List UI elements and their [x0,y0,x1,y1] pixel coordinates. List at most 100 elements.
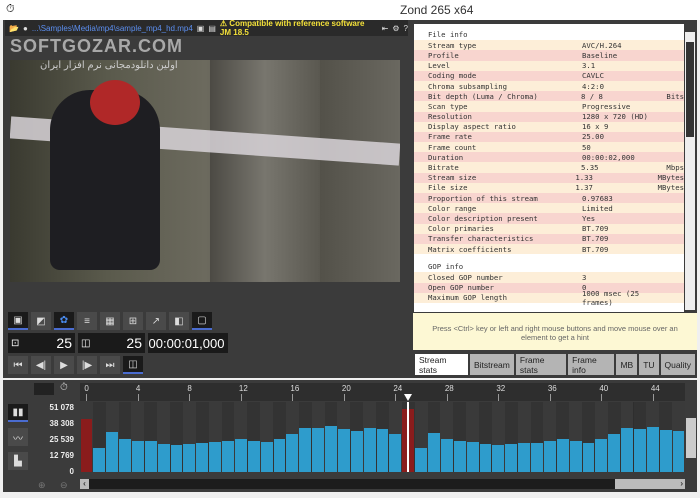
diff-view-button[interactable]: ◩ [31,312,51,330]
bar-p-frame[interactable] [234,439,247,472]
bar-p-frame[interactable] [621,427,633,472]
tab-quality[interactable]: Quality [660,354,695,375]
line-chart-icon[interactable]: 〰 [8,428,28,446]
bar-p-frame[interactable] [440,439,453,472]
prev-frame-button[interactable]: ◀| [31,356,51,374]
help-icon[interactable]: ? [404,24,408,33]
tab-frame-stats[interactable]: Frame stats [515,354,567,375]
bar-p-frame[interactable] [492,445,505,472]
chart-mode-button[interactable] [34,383,54,395]
x-tick-label: 28 [444,384,454,393]
plot-area[interactable] [80,402,685,472]
bar-p-frame[interactable] [415,448,428,472]
bar-p-frame[interactable] [634,428,646,472]
bar-p-frame[interactable] [659,430,672,472]
next-frame-button[interactable]: |▶ [77,356,97,374]
bar-p-frame[interactable] [260,441,273,472]
tab-mb[interactable]: MB [616,354,638,375]
frame-number-field[interactable]: ⊡ 25 [8,333,75,353]
video-preview[interactable] [10,60,400,282]
display-frame-field[interactable]: ◫ 25 [78,333,145,353]
bar-p-frame[interactable] [389,434,402,472]
fullframe-button[interactable]: ▢ [192,312,212,330]
bar-p-frame[interactable] [119,439,131,472]
file-path[interactable]: ...\Samples\Media\mp4\sample_mp4_hd.mp4 [32,24,193,33]
bar-p-frame[interactable] [672,430,685,472]
bar-p-frame[interactable] [582,442,595,472]
bar-p-frame[interactable] [595,438,608,472]
gear-icon[interactable]: ⚙ [392,24,399,33]
export-icon[interactable]: ⇤ [382,24,389,33]
bar-p-frame[interactable] [325,426,337,472]
chart-scrollbar[interactable]: ‹ › [80,479,685,489]
tab-tu[interactable]: TU [639,354,659,375]
info-value: 1000 msec (25 frames) [582,288,640,307]
bar-p-frame[interactable] [93,448,106,472]
bar-p-frame[interactable] [157,444,170,472]
current-frame-marker[interactable] [407,402,410,472]
bar-p-frame[interactable] [286,434,299,472]
timecode-field[interactable]: 00:00:01,000 [148,333,228,353]
playhead-icon[interactable] [404,394,413,401]
bar-p-frame[interactable] [466,441,479,472]
bar-p-frame[interactable] [479,444,492,472]
bar-p-frame[interactable] [273,438,286,472]
bar-p-frame[interactable] [556,439,569,472]
bar-p-frame[interactable] [531,442,543,472]
bar-p-frame[interactable] [646,426,659,472]
bar-p-frame[interactable] [453,440,466,472]
histogram-icon[interactable]: ▙ [8,452,28,470]
bar-p-frame[interactable] [376,428,389,472]
bar-p-frame[interactable] [196,442,209,472]
vectors-button[interactable]: ↗ [146,312,166,330]
tab-frame-info[interactable]: Frame info [568,354,615,375]
scroll-right-thumb[interactable]: › [615,479,685,489]
zoom-out-icon[interactable]: ⊖ [60,480,68,491]
bar-p-frame[interactable] [247,440,260,472]
tab-stream-stats[interactable]: Stream stats [415,354,468,375]
bar-p-frame[interactable] [569,440,582,472]
copy-icon[interactable]: ▣ [197,24,205,33]
first-frame-button[interactable]: ⏮ [8,356,28,374]
frame-view-button[interactable]: ▣ [8,312,28,330]
scroll-left-icon[interactable]: ‹ [80,479,89,489]
bar-p-frame[interactable] [222,441,234,472]
play-button[interactable]: ▶ [54,356,74,374]
zoom-in-icon[interactable]: ⊕ [38,480,46,491]
bar-p-frame[interactable] [518,442,531,472]
bar-p-frame[interactable] [312,428,325,472]
chart-side-toggle[interactable] [686,418,696,458]
bar-p-frame[interactable] [299,427,312,472]
bar-p-frame[interactable] [106,431,119,472]
bar-p-frame[interactable] [543,441,556,472]
last-frame-button[interactable]: ⏭ [100,356,120,374]
app-icon[interactable]: ⏱ [6,3,15,16]
bar-p-frame[interactable] [608,434,621,472]
bar-chart-icon[interactable]: ▮▮ [8,404,28,422]
open-folder-icon[interactable]: 📂 [9,24,19,33]
bar-i-frame[interactable] [80,418,93,472]
info-row: Coding mode CAVLC [414,70,684,81]
x-tick-label: 12 [238,384,248,393]
folder-icon[interactable]: ▤ [208,24,216,33]
list-button[interactable]: ≡ [77,312,97,330]
bar-p-frame[interactable] [505,443,518,472]
bar-p-frame[interactable] [363,427,376,472]
grid-button[interactable]: ▦ [100,312,120,330]
color-channels-button[interactable]: ✿ [54,312,74,330]
bar-p-frame[interactable] [131,440,144,472]
blocks-button[interactable]: ⊞ [123,312,143,330]
bar-p-frame[interactable] [170,445,183,472]
bar-p-frame[interactable] [350,430,363,472]
sync-button[interactable]: ◫ [123,356,143,374]
bar-p-frame[interactable] [183,443,196,472]
overlay-button[interactable]: ◧ [169,312,189,330]
clock-icon[interactable]: ● [23,24,28,33]
tab-bitstream[interactable]: Bitstream [469,354,514,375]
bar-p-frame[interactable] [144,440,157,472]
bar-p-frame[interactable] [209,441,222,472]
bar-p-frame[interactable] [428,432,440,472]
info-scroll-thumb[interactable] [686,42,694,137]
bar-p-frame[interactable] [337,429,350,472]
timer-icon[interactable]: ⏱ [60,382,68,393]
